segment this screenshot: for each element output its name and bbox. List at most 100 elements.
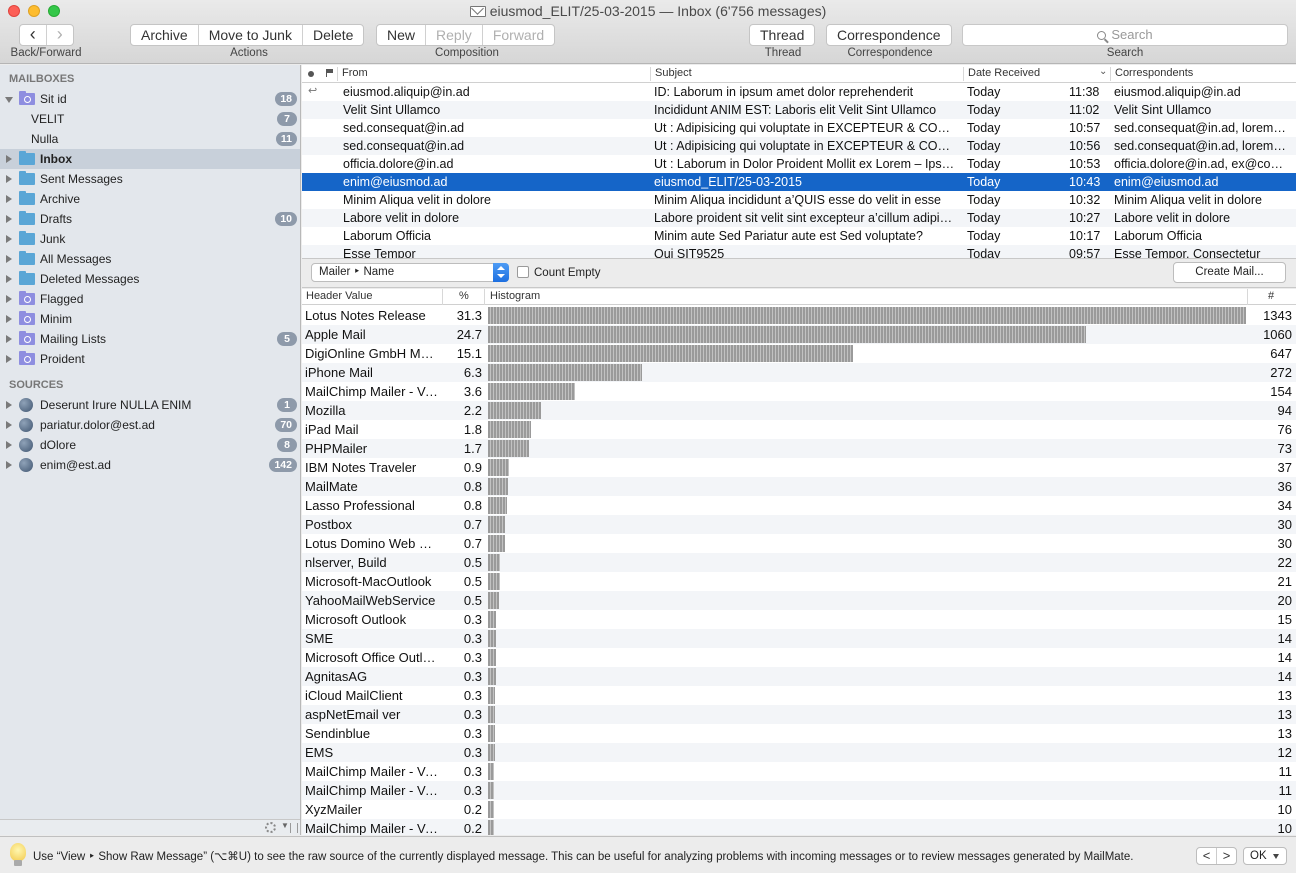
message-row[interactable]: Velit Sint Ullamco Incididunt ANIM EST: L… bbox=[302, 101, 1296, 119]
histogram-row[interactable]: PHPMailer 1.7 73 bbox=[302, 439, 1296, 458]
back-button[interactable]: ‹ bbox=[20, 25, 47, 45]
histogram-row[interactable]: MailChimp Mailer - Version 0.2 10 bbox=[302, 819, 1296, 835]
sidebar-item[interactable]: Junk bbox=[0, 229, 300, 249]
disclosure-icon[interactable] bbox=[6, 441, 12, 449]
header-field-popup[interactable]: Mailer ‣ Name bbox=[311, 263, 509, 282]
message-row[interactable]: Minim Aliqua velit in dolore Minim Aliqua… bbox=[302, 191, 1296, 209]
chevron-down-icon[interactable]: ▼ bbox=[281, 821, 289, 830]
previous-tip-button[interactable]: < bbox=[1197, 848, 1217, 864]
column-correspondents[interactable]: Correspondents bbox=[1110, 67, 1296, 81]
message-row[interactable]: enim@eiusmod.ad eiusmod_ELIT/25-03-2015 To… bbox=[302, 173, 1296, 191]
disclosure-icon[interactable] bbox=[6, 295, 12, 303]
histogram-row[interactable]: MailChimp Mailer - Version 0.3 11 bbox=[302, 762, 1296, 781]
archive-button[interactable]: Archive bbox=[131, 25, 199, 45]
histogram-row[interactable]: Mozilla 2.2 94 bbox=[302, 401, 1296, 420]
sidebar-item[interactable]: Drafts 10 bbox=[0, 209, 300, 229]
column-header-value[interactable]: Header Value bbox=[306, 290, 372, 302]
flag-column-icon[interactable] bbox=[326, 69, 333, 77]
histogram-row[interactable]: YahooMailWebService 0.5 20 bbox=[302, 591, 1296, 610]
tip-ok-button[interactable]: OK bbox=[1243, 847, 1287, 865]
resize-handle[interactable] bbox=[290, 823, 298, 833]
column-histogram[interactable]: Histogram bbox=[490, 290, 540, 302]
sidebar-source-item[interactable]: dOlore 8 bbox=[0, 435, 300, 455]
disclosure-icon[interactable] bbox=[6, 175, 12, 183]
search-input[interactable]: Search bbox=[962, 24, 1288, 46]
disclosure-icon[interactable] bbox=[6, 215, 12, 223]
sidebar-item[interactable]: Proident bbox=[0, 349, 300, 369]
histogram-row[interactable]: DigiOnline GmbH Mailer 15.1 647 bbox=[302, 344, 1296, 363]
histogram-row[interactable]: IBM Notes Traveler 0.9 37 bbox=[302, 458, 1296, 477]
histogram-row[interactable]: Microsoft Office Outlook 0.3 14 bbox=[302, 648, 1296, 667]
column-count[interactable]: # bbox=[1268, 290, 1274, 302]
column-percent[interactable]: % bbox=[459, 290, 469, 302]
message-row[interactable]: officia.dolore@in.ad Ut : Laborum in Dolo… bbox=[302, 155, 1296, 173]
sidebar-item[interactable]: Minim bbox=[0, 309, 300, 329]
histogram-row[interactable]: EMS 0.3 12 bbox=[302, 743, 1296, 762]
create-mail-button[interactable]: Create Mail... bbox=[1173, 262, 1286, 283]
histogram-row[interactable]: iCloud MailClient 0.3 13 bbox=[302, 686, 1296, 705]
disclosure-icon[interactable] bbox=[6, 335, 12, 343]
forward-message-button[interactable]: Forward bbox=[483, 25, 554, 45]
correspondence-button[interactable]: Correspondence bbox=[827, 25, 951, 45]
disclosure-icon[interactable] bbox=[6, 401, 12, 409]
disclosure-icon[interactable] bbox=[6, 155, 12, 163]
histogram-row[interactable]: Microsoft Outlook 0.3 15 bbox=[302, 610, 1296, 629]
column-date-received[interactable]: Date Received bbox=[963, 67, 1110, 81]
histogram-row[interactable]: MailChimp Mailer - Version 0.3 11 bbox=[302, 781, 1296, 800]
disclosure-icon[interactable] bbox=[6, 275, 12, 283]
sidebar-item[interactable]: All Messages bbox=[0, 249, 300, 269]
sidebar-item[interactable]: Deleted Messages bbox=[0, 269, 300, 289]
new-message-button[interactable]: New bbox=[377, 25, 427, 45]
disclosure-icon[interactable] bbox=[6, 461, 12, 469]
count-empty-checkbox[interactable]: Count Empty bbox=[517, 266, 600, 279]
checkbox-icon[interactable] bbox=[517, 266, 529, 278]
histogram-row[interactable]: SME 0.3 14 bbox=[302, 629, 1296, 648]
histogram-row[interactable]: iPad Mail 1.8 76 bbox=[302, 420, 1296, 439]
histogram-row[interactable]: XyzMailer 0.2 10 bbox=[302, 800, 1296, 819]
histogram-row[interactable]: Sendinblue 0.3 13 bbox=[302, 724, 1296, 743]
histogram-row[interactable]: Apple Mail 24.7 1060 bbox=[302, 325, 1296, 344]
sidebar-item[interactable]: VELIT 7 bbox=[0, 109, 300, 129]
next-tip-button[interactable]: > bbox=[1217, 848, 1236, 864]
sidebar-source-item[interactable]: Deserunt Irure NULLA ENIM 1 bbox=[0, 395, 300, 415]
disclosure-icon[interactable] bbox=[6, 421, 12, 429]
histogram-row[interactable]: nlserver, Build 0.5 22 bbox=[302, 553, 1296, 572]
message-row[interactable]: Labore velit in dolore Labore proident si… bbox=[302, 209, 1296, 227]
disclosure-icon[interactable] bbox=[6, 195, 12, 203]
message-row[interactable]: Laborum Officia Minim aute Sed Pariatur a… bbox=[302, 227, 1296, 245]
disclosure-icon[interactable] bbox=[6, 315, 12, 323]
column-from[interactable]: From bbox=[337, 67, 650, 81]
sidebar-item[interactable]: Nulla 11 bbox=[0, 129, 300, 149]
sidebar-item[interactable]: Mailing Lists 5 bbox=[0, 329, 300, 349]
thread-button[interactable]: Thread bbox=[750, 25, 814, 45]
histogram-row[interactable]: Lotus Notes Release 31.3 1343 bbox=[302, 306, 1296, 325]
message-row[interactable]: Esse Tempor Qui SIT9525 Today 09:57 Esse Tem… bbox=[302, 245, 1296, 258]
column-subject[interactable]: Subject bbox=[650, 67, 963, 81]
histogram-row[interactable]: Postbox 0.7 30 bbox=[302, 515, 1296, 534]
sidebar-source-item[interactable]: enim@est.ad 142 bbox=[0, 455, 300, 475]
histogram-row[interactable]: MailMate 0.8 36 bbox=[302, 477, 1296, 496]
unread-column-icon[interactable] bbox=[308, 71, 314, 77]
histogram-row[interactable]: Lasso Professional 0.8 34 bbox=[302, 496, 1296, 515]
move-to-junk-button[interactable]: Move to Junk bbox=[199, 25, 303, 45]
disclosure-icon[interactable] bbox=[6, 235, 12, 243]
histogram-row[interactable]: Microsoft-MacOutlook 0.5 21 bbox=[302, 572, 1296, 591]
sidebar-item[interactable]: Archive bbox=[0, 189, 300, 209]
disclosure-open-icon[interactable] bbox=[5, 97, 13, 103]
forward-button[interactable]: › bbox=[47, 25, 73, 45]
histogram-row[interactable]: iPhone Mail 6.3 272 bbox=[302, 363, 1296, 382]
disclosure-icon[interactable] bbox=[6, 355, 12, 363]
sidebar-item[interactable]: Sent Messages bbox=[0, 169, 300, 189]
delete-button[interactable]: Delete bbox=[303, 25, 363, 45]
gear-icon[interactable] bbox=[265, 822, 276, 833]
message-row[interactable]: sed.consequat@in.ad Ut : Adipisicing qui … bbox=[302, 119, 1296, 137]
message-row[interactable]: sed.consequat@in.ad Ut : Adipisicing qui … bbox=[302, 137, 1296, 155]
sidebar-source-item[interactable]: pariatur.dolor@est.ad 70 bbox=[0, 415, 300, 435]
sidebar-item[interactable]: Sit id 18 bbox=[0, 89, 300, 109]
disclosure-icon[interactable] bbox=[6, 255, 12, 263]
reply-button[interactable]: Reply bbox=[426, 25, 483, 45]
histogram-row[interactable]: MailChimp Mailer - Version 3.6 154 bbox=[302, 382, 1296, 401]
sidebar-item[interactable]: Inbox bbox=[0, 149, 300, 169]
histogram-row[interactable]: Lotus Domino Web Server 0.7 30 bbox=[302, 534, 1296, 553]
histogram-row[interactable]: AgnitasAG 0.3 14 bbox=[302, 667, 1296, 686]
